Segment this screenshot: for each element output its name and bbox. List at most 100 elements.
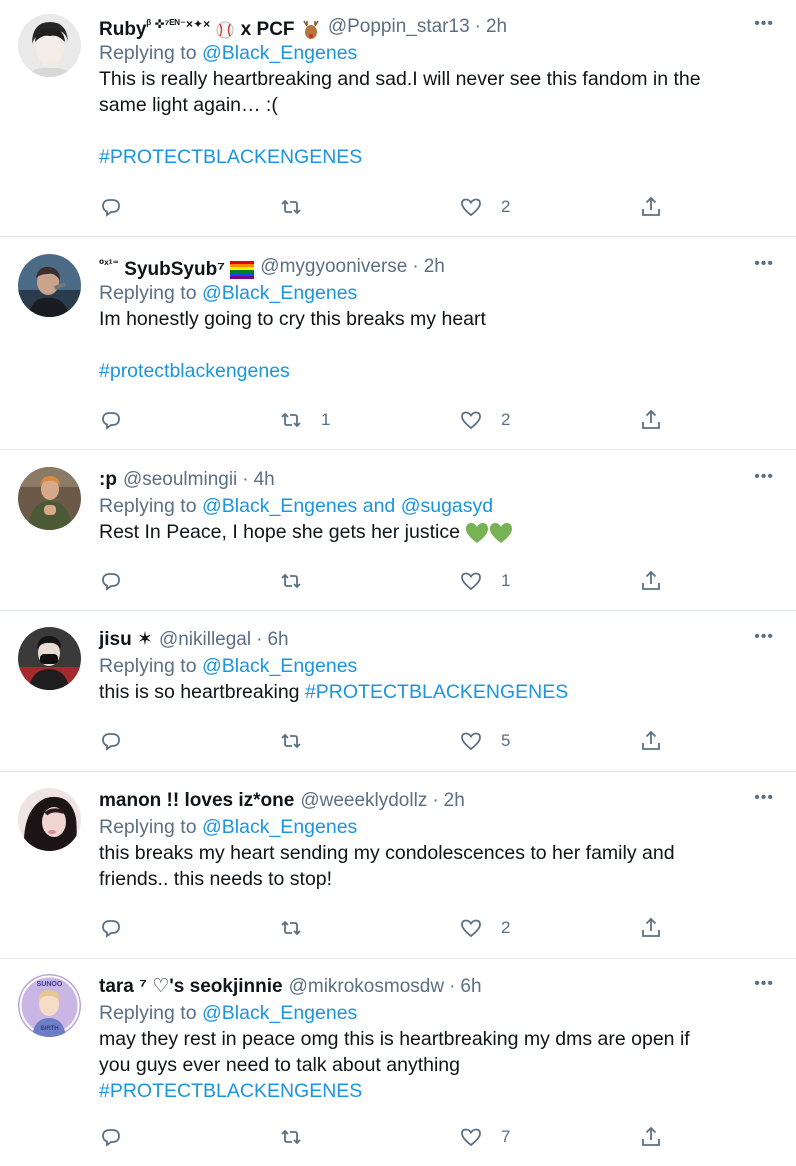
tweet-text: Im honestly going to cry this breaks my … [99, 306, 774, 384]
share-button[interactable] [639, 1123, 663, 1151]
more-icon[interactable]: ••• [754, 467, 774, 487]
handle[interactable]: @mygyooniverse [260, 254, 407, 280]
like-button[interactable]: 2 [459, 193, 510, 221]
timestamp[interactable]: 6h [460, 974, 481, 1000]
reply-mention[interactable]: @Black_Engenes [202, 42, 357, 64]
share-icon [642, 1126, 660, 1146]
timestamp[interactable]: 2h [424, 254, 445, 280]
reply-button[interactable] [99, 727, 123, 755]
reply-button[interactable] [99, 1123, 123, 1151]
share-button[interactable] [639, 193, 663, 221]
retweet-icon [281, 199, 301, 215]
display-name[interactable]: tara ⁷ ♡'s seokjinnie [99, 974, 283, 1000]
deer-emoji-icon [303, 20, 319, 39]
tweet-actions: 1 [99, 567, 679, 595]
reply-icon [102, 573, 120, 591]
share-icon [642, 730, 660, 750]
avatar[interactable] [18, 627, 81, 690]
avatar-image [18, 627, 81, 690]
more-icon[interactable]: ••• [754, 627, 774, 647]
separator-dot: · [449, 976, 456, 997]
retweet-button[interactable] [279, 727, 321, 755]
like-count: 7 [501, 1127, 511, 1146]
like-button[interactable]: 2 [459, 406, 510, 434]
separator-dot: · [432, 790, 439, 811]
reply-mention[interactable]: @Black_Engenes [202, 816, 357, 838]
more-icon[interactable]: ••• [754, 254, 774, 274]
retweet-icon [281, 573, 301, 589]
display-name[interactable]: :p [99, 467, 117, 493]
reply-button[interactable] [99, 567, 123, 595]
avatar[interactable] [18, 788, 81, 851]
tweet[interactable]: SUNOO BIRTH tara ⁷ ♡'s seokjinnie @mikro… [0, 959, 796, 1166]
reply-mention[interactable]: @Black_Engenes [202, 655, 357, 677]
retweet-icon [281, 733, 301, 749]
avatar[interactable] [18, 254, 81, 317]
tweet[interactable]: :p @seoulmingii · 4h ••• Replying to @Bl… [0, 450, 796, 611]
like-count: 2 [501, 197, 511, 216]
tweet-text: This is really heartbreaking and sad.I w… [99, 66, 774, 170]
tweet[interactable]: ⁰ˣ¹⁼ SyubSyub⁷ @mygyooniverse · 2h ••• R… [0, 237, 796, 450]
reply-mention-2[interactable]: @sugasyd [401, 495, 493, 517]
reply-button[interactable] [99, 193, 123, 221]
timestamp[interactable]: 2h [444, 788, 465, 814]
tweet[interactable]: Rubyᵝ ✜⁷ᴱᴺ⁻×✦× x PCF @Poppin_star13 · 2h… [0, 0, 796, 237]
hashtag[interactable]: #protectblackengenes [99, 358, 774, 384]
handle[interactable]: @nikillegal [159, 627, 251, 653]
tweet[interactable]: manon !! loves iz*one @weeeklydollz · 2h… [0, 772, 796, 959]
like-button[interactable]: 7 [459, 1123, 510, 1151]
replying-to: Replying to @Black_Engenes and @sugasyd [99, 495, 494, 517]
tweet-text: this is so heartbreaking #PROTECTBLACKEN… [99, 681, 569, 703]
display-name[interactable]: Rubyᵝ ✜⁷ᴱᴺ⁻×✦× x PCF [99, 11, 322, 43]
handle[interactable]: @mikrokosmosdw [289, 974, 444, 1000]
hashtag[interactable]: #PROTECTBLACKENGENES [99, 1078, 774, 1104]
retweet-button[interactable] [279, 567, 321, 595]
more-icon[interactable]: ••• [754, 14, 774, 34]
display-name[interactable]: manon !! loves iz*one [99, 788, 294, 814]
share-button[interactable] [639, 567, 663, 595]
like-button[interactable]: 1 [459, 567, 510, 595]
retweet-button[interactable]: 1 [279, 406, 330, 434]
avatar-image [18, 467, 81, 530]
separator-dot: · [242, 469, 249, 490]
avatar[interactable] [18, 14, 81, 77]
avatar[interactable]: SUNOO BIRTH [18, 974, 81, 1037]
reply-button[interactable] [99, 406, 123, 434]
more-icon[interactable]: ••• [754, 788, 774, 808]
baseball-emoji-icon [216, 21, 234, 39]
timestamp[interactable]: 4h [254, 467, 275, 493]
avatar-label-bottom: BIRTH [40, 1026, 58, 1032]
timestamp[interactable]: 6h [267, 627, 288, 653]
handle[interactable]: @seoulmingii [123, 467, 237, 493]
display-name[interactable]: ⁰ˣ¹⁼ SyubSyub⁷ [99, 251, 255, 283]
handle[interactable]: @Poppin_star13 [328, 14, 470, 40]
hashtag[interactable]: #PROTECTBLACKENGENES [99, 144, 774, 170]
reply-mention[interactable]: @Black_Engenes [202, 1002, 357, 1024]
tweet-actions: 1 2 [99, 406, 679, 434]
share-button[interactable] [639, 914, 663, 942]
reply-mention[interactable]: @Black_Engenes [202, 495, 357, 517]
retweet-button[interactable] [279, 1123, 321, 1151]
like-count: 1 [501, 571, 511, 590]
share-button[interactable] [639, 406, 663, 434]
retweet-button[interactable] [279, 914, 321, 942]
hashtag[interactable]: #PROTECTBLACKENGENES [305, 681, 568, 703]
retweet-button[interactable] [279, 193, 321, 221]
more-icon[interactable]: ••• [754, 974, 774, 994]
share-button[interactable] [639, 727, 663, 755]
reply-button[interactable] [99, 914, 123, 942]
timestamp[interactable]: 2h [486, 14, 507, 40]
reply-icon [102, 733, 120, 751]
separator-dot: · [256, 629, 263, 650]
avatar-image [18, 254, 81, 317]
like-button[interactable]: 2 [459, 914, 510, 942]
tweet[interactable]: jisu ✶ @nikillegal · 6h ••• Replying to … [0, 611, 796, 772]
display-name[interactable]: jisu ✶ [99, 627, 153, 653]
heart-icon [461, 411, 481, 430]
reply-mention[interactable]: @Black_Engenes [202, 282, 357, 304]
tweet-text: this breaks my heart sending my condoles… [99, 842, 675, 890]
like-button[interactable]: 5 [459, 727, 510, 755]
handle[interactable]: @weeeklydollz [300, 788, 427, 814]
reply-icon [102, 920, 120, 938]
avatar[interactable] [18, 467, 81, 530]
